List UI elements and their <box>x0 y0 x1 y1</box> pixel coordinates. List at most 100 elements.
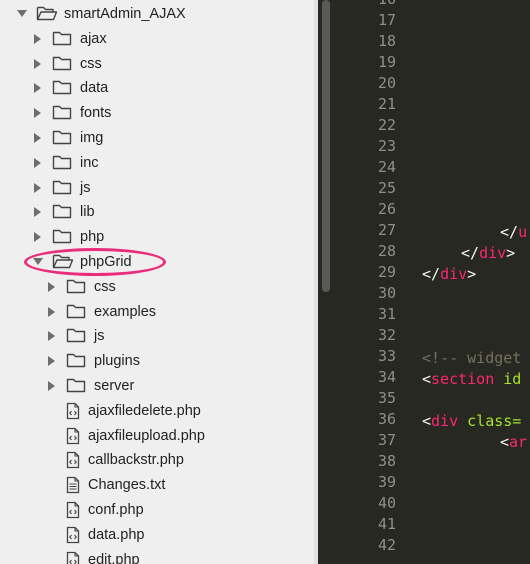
tree-file-item[interactable]: callbackstr.php <box>66 448 184 472</box>
line-number: 17 <box>377 11 396 29</box>
code-token: </ <box>500 223 519 241</box>
line-number: 34 <box>377 368 396 386</box>
chevron-down-icon[interactable] <box>16 8 27 20</box>
folder-icon <box>52 79 72 97</box>
line-number: 38 <box>377 452 396 470</box>
line-number: 22 <box>377 116 396 134</box>
code-line-33: <!-- widget <box>422 348 521 369</box>
folder-icon <box>52 129 72 147</box>
tree-folder-item[interactable]: examples <box>46 300 156 324</box>
tree-item-label: server <box>94 378 135 394</box>
chevron-right-icon[interactable] <box>32 107 42 119</box>
tree-file-item[interactable]: ajaxfiledelete.php <box>66 399 201 423</box>
tree-folder-item[interactable]: plugins <box>46 349 140 373</box>
tree-item-label: css <box>80 55 102 72</box>
tree-item-label: js <box>94 328 105 345</box>
tree-folder-item[interactable]: server <box>46 374 134 398</box>
tree-folder-item[interactable]: lib <box>32 200 95 224</box>
chevron-right-icon[interactable] <box>32 132 42 144</box>
tree-file-item[interactable]: Changes.txt <box>66 473 165 497</box>
line-number: 31 <box>377 305 396 323</box>
code-token: div <box>440 265 468 283</box>
code-file-icon <box>66 402 80 420</box>
tree-folder-item[interactable]: img <box>32 126 103 150</box>
tree-folder-item[interactable]: php <box>32 225 104 249</box>
folder-icon <box>52 228 72 246</box>
chevron-right-icon[interactable] <box>32 231 42 243</box>
chevron-right-icon[interactable] <box>46 355 56 367</box>
sidebar-divider[interactable] <box>314 0 318 564</box>
line-number: 28 <box>377 242 396 260</box>
tree-item-label: data.php <box>88 526 145 543</box>
chevron-right-icon[interactable] <box>46 281 56 293</box>
tree-folder-item[interactable]: fonts <box>32 101 111 125</box>
chevron-right-icon[interactable] <box>32 82 42 94</box>
line-number: 29 <box>377 263 396 281</box>
folder-icon <box>66 377 86 395</box>
tree-item-label: js <box>80 179 91 196</box>
line-number: 41 <box>377 515 396 533</box>
line-number: 27 <box>377 221 396 239</box>
folder-icon <box>66 352 86 370</box>
tree-folder-item[interactable]: css <box>46 275 116 299</box>
chevron-right-icon[interactable] <box>46 330 56 342</box>
code-token: < <box>422 412 432 430</box>
chevron-right-icon[interactable] <box>32 206 42 218</box>
chevron-right-icon[interactable] <box>32 157 42 169</box>
chevron-right-icon[interactable] <box>32 58 42 70</box>
code-line-27: </u <box>500 222 527 243</box>
tree-folder-item[interactable]: js <box>46 324 104 348</box>
tree-item-label: callbackstr.php <box>88 452 184 469</box>
code-token: > <box>506 244 516 262</box>
line-number: 36 <box>377 410 396 428</box>
chevron-right-icon[interactable] <box>46 380 56 392</box>
folder-icon <box>52 154 72 172</box>
code-token: < <box>422 370 432 388</box>
tree-folder-item[interactable]: js <box>32 176 90 200</box>
tree-item-label: fonts <box>80 105 112 122</box>
tree-item-label: ajaxfiledelete.php <box>88 402 201 419</box>
file-tree-sidebar: smartAdmin_AJAXajax css data fonts img inc js l… <box>0 0 318 564</box>
code-file-icon <box>66 526 80 544</box>
tree-item-label: data <box>80 80 109 97</box>
tree-item-label: edit.php <box>88 551 140 564</box>
tree-item-label: ajax <box>80 30 107 47</box>
line-number: 18 <box>377 32 396 50</box>
line-number: 42 <box>377 536 396 554</box>
tree-file-item[interactable]: data.php <box>66 523 144 547</box>
tree-folder-item[interactable]: inc <box>32 151 99 175</box>
tree-item-label: img <box>80 130 104 146</box>
code-token: div <box>479 244 507 262</box>
tree-item-label: conf.php <box>88 502 144 518</box>
line-number: 35 <box>377 389 396 407</box>
code-line-37: <ar <box>500 432 527 453</box>
chevron-right-icon[interactable] <box>32 33 42 45</box>
code-token: </ <box>461 244 480 262</box>
line-number: 21 <box>377 95 396 113</box>
tree-item-label: ajaxfileupload.php <box>88 427 205 444</box>
tree-file-item[interactable]: conf.php <box>66 498 144 522</box>
line-number: 20 <box>377 74 396 92</box>
tree-folder-item[interactable]: smartAdmin_AJAX <box>16 2 186 26</box>
chevron-right-icon[interactable] <box>46 306 56 318</box>
line-number: 30 <box>377 284 396 302</box>
folder-icon <box>52 55 72 73</box>
code-token: ar <box>509 433 528 451</box>
code-token: <!-- widget <box>422 349 522 367</box>
tree-folder-item[interactable]: data <box>32 76 108 100</box>
folder-icon <box>66 303 86 321</box>
tree-file-item[interactable]: edit.php <box>66 548 140 564</box>
tree-folder-item[interactable]: ajax <box>32 27 107 51</box>
line-number: 24 <box>377 158 396 176</box>
chevron-right-icon[interactable] <box>32 182 42 194</box>
line-number: 37 <box>377 431 396 449</box>
highlight-ring <box>24 248 166 276</box>
code-line-28: </div> <box>461 243 515 264</box>
tree-file-item[interactable]: ajaxfileupload.php <box>66 424 205 448</box>
folder-icon <box>52 30 72 48</box>
code-line-29: </div> <box>422 264 476 285</box>
tree-folder-item[interactable]: css <box>32 52 102 76</box>
tree-item-label: examples <box>94 303 157 320</box>
sidebar-scrollbar[interactable] <box>322 0 330 292</box>
tree-item-label: inc <box>80 154 99 171</box>
